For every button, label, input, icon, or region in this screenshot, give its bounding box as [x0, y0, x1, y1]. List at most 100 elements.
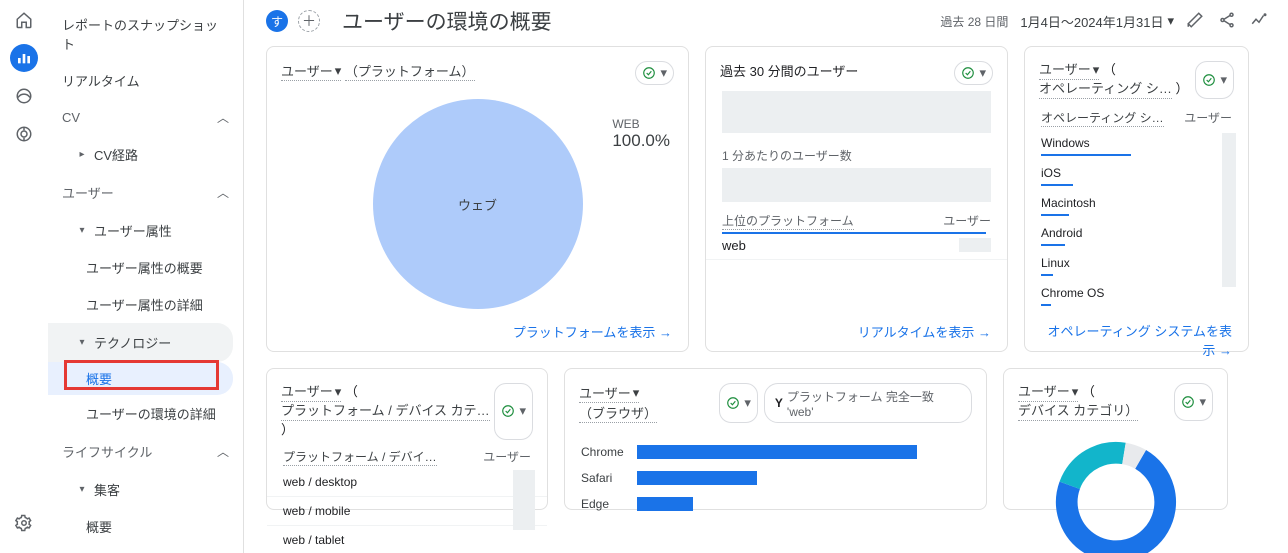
segment-badge-icon[interactable]: す [266, 10, 288, 32]
dropdown-icon: ▾ [633, 385, 640, 401]
caret-down-icon: ▾ [76, 337, 88, 349]
paren-open: （ [345, 384, 358, 399]
os-row: Chrome OS [1025, 281, 1248, 311]
date-range-text: 1月4日～2024年1月31日 [1020, 12, 1163, 31]
card-status-button[interactable]: ▾ [494, 383, 533, 440]
os-row-bar [1041, 154, 1131, 156]
pd-col-name[interactable]: プラットフォーム / デバイ… [283, 448, 437, 466]
card-status-button[interactable]: ▾ [719, 383, 758, 423]
advertising-icon[interactable] [10, 120, 38, 148]
card-os: ユーザー▾ （ オペレーティング シ… ） ▾ オペレーティング シ… ユーザー… [1024, 46, 1249, 352]
metric-label: ユーザー [1018, 383, 1070, 401]
browser-row-bar [637, 445, 917, 459]
explore-icon[interactable] [10, 82, 38, 110]
paren-close: ） [281, 422, 294, 437]
pd-col-users: ユーザー [483, 448, 531, 466]
legend-value: 100.0% [612, 131, 670, 151]
metric-users-dropdown[interactable]: ユーザー▾ [579, 383, 639, 403]
nav-user-attr-summary[interactable]: ユーザー属性の概要 [48, 249, 243, 286]
pie-slice-label: ウェブ [458, 195, 497, 214]
os-row-label: Linux [1041, 256, 1232, 270]
nav-realtime[interactable]: リアルタイム [48, 62, 243, 99]
dropdown-icon: ▾ [1167, 13, 1174, 29]
metric-users-dropdown[interactable]: ユーザー▾ [281, 383, 341, 402]
card-status-button[interactable]: ▾ [954, 61, 993, 85]
card-status-button[interactable]: ▾ [1195, 61, 1234, 99]
nav-section-lifecycle-label: ライフサイクル [62, 442, 152, 461]
dimension-platform[interactable]: （プラットフォーム） [345, 61, 475, 81]
nav-user-attr[interactable]: ▾ ユーザー属性 [48, 212, 243, 249]
os-row-bar [1041, 214, 1069, 216]
nav-technology-label: テクノロジー [94, 333, 171, 352]
filter-chip-platform-web[interactable]: Yプラットフォーム 完全一致 'web' [764, 383, 972, 423]
dimension-os[interactable]: オペレーティング シ… [1039, 80, 1172, 99]
os-row-label: Chrome OS [1041, 286, 1232, 300]
dimension-platform-device[interactable]: プラットフォーム / デバイス カテ… [281, 402, 490, 421]
os-col-name[interactable]: オペレーティング シ… [1041, 109, 1164, 127]
paren-open: （ [1082, 384, 1095, 399]
share-icon[interactable] [1218, 11, 1238, 31]
nav-cv-path-label: CV経路 [94, 145, 138, 164]
rt-row-value-placeholder [959, 238, 991, 252]
caret-down-icon: ▾ [76, 225, 88, 237]
card-platform-device: ユーザー▾ （ プラットフォーム / デバイス カテ… ） ▾ プラットフォーム… [266, 368, 548, 510]
os-row-label: Macintosh [1041, 196, 1232, 210]
card-status-button[interactable]: ▾ [1174, 383, 1213, 421]
nav-tech-overview-label: 概要 [86, 372, 112, 387]
arrow-right-icon: → [978, 325, 991, 340]
chip-label: プラットフォーム 完全一致 'web' [787, 388, 961, 419]
rt-col-platform[interactable]: 上位のプラットフォーム [722, 212, 854, 230]
paren-close: ） [1175, 81, 1188, 96]
nav-user-attr-detail[interactable]: ユーザー属性の詳細 [48, 286, 243, 323]
dropdown-icon: ▾ [1220, 72, 1227, 88]
os-row-bar [1041, 184, 1073, 186]
link-label: プラットフォームを表示 [513, 325, 656, 340]
dropdown-icon: ▾ [335, 383, 342, 401]
metric-users-dropdown[interactable]: ユーザー▾ [1039, 61, 1099, 80]
home-icon[interactable] [10, 6, 38, 34]
nav-env-detail[interactable]: ユーザーの環境の詳細 [48, 395, 243, 432]
nav-snapshot[interactable]: レポートのスナップショット [48, 6, 243, 62]
nav-acquisition[interactable]: ▾ 集客 [48, 471, 243, 508]
browser-row-label: Chrome [581, 445, 637, 459]
os-row: Linux [1025, 251, 1248, 281]
os-row-bar [1041, 274, 1053, 276]
card-os-link[interactable]: オペレーティング システムを表示 → [1025, 311, 1248, 369]
card-realtime-link[interactable]: リアルタイムを表示 → [706, 312, 1007, 351]
reports-icon[interactable] [10, 44, 38, 72]
pd-row: web / desktop [267, 468, 547, 497]
nav-tech-overview[interactable]: 概要 [48, 362, 233, 395]
dropdown-icon: ▾ [979, 65, 986, 81]
os-row: Android [1025, 221, 1248, 251]
browser-row-label: Safari [581, 471, 637, 485]
edit-report-icon[interactable] [1186, 11, 1206, 31]
metric-users-dropdown[interactable]: ユーザー▾ [281, 61, 341, 81]
main-content: す ＋ ユーザーの環境の概要 過去 28 日間 1月4日～2024年1月31日 … [244, 0, 1288, 553]
os-row-bar [1041, 304, 1051, 306]
browser-row-bar [637, 497, 693, 511]
insights-icon[interactable] [1250, 11, 1270, 31]
metric-users-dropdown[interactable]: ユーザー▾ [1018, 383, 1078, 402]
nav-acq-overview[interactable]: 概要 [48, 508, 243, 545]
nav-section-lifecycle[interactable]: ライフサイクル ︿ [48, 432, 243, 471]
dropdown-icon: ▾ [1199, 394, 1206, 410]
chevron-up-icon: ︿ [217, 443, 229, 460]
nav-section-user[interactable]: ユーザー ︿ [48, 173, 243, 212]
date-range-picker[interactable]: 1月4日～2024年1月31日 ▾ [1020, 12, 1174, 31]
add-comparison-button[interactable]: ＋ [298, 10, 320, 32]
nav-technology[interactable]: ▾ テクノロジー [48, 329, 233, 356]
pd-row-label: web / mobile [283, 504, 350, 518]
dropdown-icon: ▾ [744, 395, 751, 411]
nav-cv-path[interactable]: ▸ CV経路 [48, 136, 243, 173]
dimension-browser[interactable]: （ブラウザ） [579, 403, 657, 423]
nav-section-cv[interactable]: CV ︿ [48, 99, 243, 136]
nav-acq-user[interactable]: ユーザー獲得 [48, 545, 243, 553]
rt-heading-1: 過去 30 分間のユーザー [720, 61, 858, 85]
paren-open: （ [1103, 62, 1116, 77]
nav-section-cv-label: CV [62, 110, 80, 125]
settings-icon[interactable] [10, 509, 38, 537]
rt-row-label: web [722, 238, 746, 253]
dimension-device-category[interactable]: デバイス カテゴリ） [1018, 402, 1138, 421]
card-platform-link[interactable]: プラットフォームを表示 → [267, 312, 688, 351]
card-status-button[interactable]: ▾ [635, 61, 674, 85]
